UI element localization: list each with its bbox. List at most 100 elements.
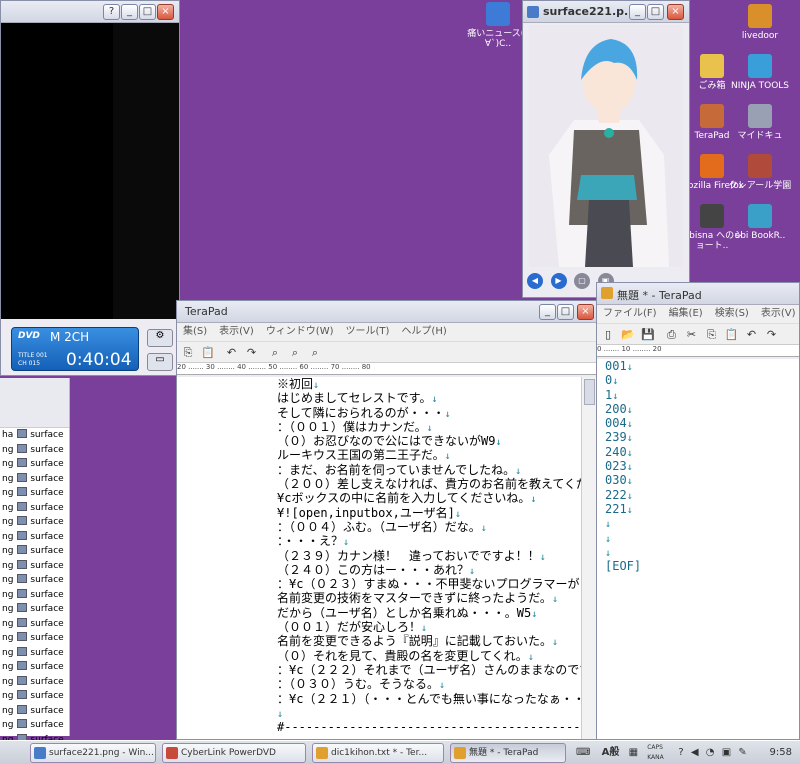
file-list-item[interactable]: ng surface — [0, 704, 69, 719]
help-icon[interactable]: ? — [678, 747, 683, 758]
previous-icon[interactable]: ◀ — [527, 273, 543, 289]
print-icon[interactable]: ⎙ — [664, 327, 680, 343]
line-text: だから（ユーザ名）としか名乗れぬ・・・。W5 — [277, 605, 532, 620]
taskbar-button[interactable]: 無題 * - TeraPad — [450, 743, 566, 763]
file-list-item[interactable]: ng surface — [0, 443, 69, 458]
maximize-button[interactable]: □ — [647, 4, 664, 20]
minimize-button[interactable]: _ — [629, 4, 646, 20]
menu-item[interactable]: ツール(T) — [346, 326, 390, 337]
terapad-sub-window[interactable]: 無題 * - TeraPad ファイル(F)編集(E)検索(S)表示(V)ウ ▯… — [596, 282, 800, 740]
find-prev-icon[interactable]: ⌕ — [307, 345, 323, 361]
file-ext-prefix: ng — [2, 488, 14, 498]
desktop-icon[interactable]: マイドキュ — [728, 104, 792, 141]
scroll-thumb[interactable] — [584, 379, 595, 405]
redo-icon[interactable]: ↷ — [764, 327, 780, 343]
volume-icon[interactable]: ▣ — [722, 747, 731, 758]
next-icon[interactable]: ▶ — [550, 273, 567, 289]
paste-icon[interactable]: 📋 — [200, 345, 216, 361]
pen-icon[interactable]: ✎ — [738, 747, 746, 758]
vertical-scrollbar[interactable] — [581, 377, 597, 739]
file-list-item[interactable]: ng surface — [0, 675, 69, 690]
file-list-item[interactable]: ng surface — [0, 617, 69, 632]
desktop-icon[interactable]: クレアール学園 — [728, 154, 792, 191]
dvd-player-window[interactable]: ? _ □ × DVD M 2CH TITLE 001 CH 015 0:40:… — [0, 0, 180, 376]
undo-icon[interactable]: ↶ — [224, 345, 240, 361]
menu-item[interactable]: ウィンドウ(W) — [266, 326, 334, 337]
text-editor[interactable]: ※初回↓ はじめましてセレストです。↓ そして隣におられるのが・・・↓ ：（００１）僕… — [177, 377, 581, 739]
tools-icon[interactable]: ⚙ — [147, 329, 173, 347]
file-list-item[interactable]: ng surface — [0, 486, 69, 501]
file-list-item[interactable]: ng surface — [0, 631, 69, 646]
file-list-item[interactable]: ng surface — [0, 718, 69, 733]
file-list-item[interactable]: ng surface — [0, 573, 69, 588]
redo-icon[interactable]: ↷ — [244, 345, 260, 361]
paste-icon[interactable]: 📋 — [724, 327, 740, 343]
maximize-button[interactable]: □ — [139, 4, 156, 20]
minimize-button[interactable]: _ — [539, 304, 556, 320]
file-list-item[interactable]: ng surface — [0, 457, 69, 472]
dvd-titlebar[interactable]: ? _ □ × — [1, 1, 179, 23]
desktop-icon[interactable]: livedoor — [728, 4, 792, 41]
nav-back-icon[interactable]: ◀ — [691, 747, 699, 758]
desktop-icon[interactable]: 痛いニュース(ﾉ∀`)C.. — [466, 2, 530, 49]
file-list-item[interactable]: ng surface — [0, 646, 69, 661]
cut-icon[interactable]: ✂ — [684, 327, 700, 343]
clock-icon[interactable]: ◔ — [706, 747, 715, 758]
save-icon[interactable]: 💾 — [640, 327, 656, 343]
image-file-icon — [17, 501, 28, 511]
keyboard-icon[interactable]: ⌨ — [576, 747, 590, 758]
menu-item[interactable]: ヘルプ(H) — [401, 326, 446, 337]
file-list-item[interactable]: ng surface — [0, 588, 69, 603]
menu-item[interactable]: 検索(S) — [715, 308, 749, 319]
ime-options-icon[interactable]: ▦ — [629, 747, 638, 758]
terapad-main-titlebar[interactable]: TeraPad _ □ × — [177, 301, 597, 323]
file-list-item[interactable]: ha surface — [0, 428, 69, 443]
menu-item[interactable]: 集(S) — [183, 326, 207, 337]
open-folder-icon[interactable]: 📂 — [620, 327, 636, 343]
new-file-icon[interactable]: ▯ — [600, 327, 616, 343]
editor-line: ：（００１）僕はカナンだ。↓ — [277, 420, 581, 434]
maximize-button[interactable]: □ — [557, 304, 574, 320]
menu-item[interactable]: ファイル(F) — [603, 308, 657, 319]
viewer-titlebar[interactable]: surface221.p... _ □ × — [523, 1, 689, 23]
playback-time: 0:40:04 — [66, 350, 132, 370]
file-list-item[interactable]: ng surface — [0, 472, 69, 487]
terapad-sub-titlebar[interactable]: 無題 * - TeraPad — [597, 283, 799, 305]
menu-item[interactable]: 表示(V) — [761, 308, 796, 319]
file-list-item[interactable]: ng surface — [0, 602, 69, 617]
file-name: surface — [30, 459, 64, 469]
undo-icon[interactable]: ↶ — [744, 327, 760, 343]
file-list-item[interactable]: ng surface — [0, 515, 69, 530]
text-editor[interactable]: 001↓ 0↓ 1↓ 200↓ 004↓ 239↓ 240↓ 023↓ 030↓ 222↓ 221↓… — [597, 359, 799, 739]
line-break-mark: ↓ — [626, 462, 633, 474]
desktop-icon[interactable]: NINJA TOOLS — [728, 54, 792, 91]
fit-icon[interactable]: ▢ — [574, 273, 590, 289]
close-button[interactable]: × — [157, 4, 174, 20]
taskbar-button[interactable]: dic1kihon.txt * - Ter... — [312, 743, 444, 763]
find-next-icon[interactable]: ⌕ — [287, 345, 303, 361]
terapad-main-window[interactable]: TeraPad _ □ × 集(S) 表示(V) ウィンドウ(W) ツール(T) ヘルプ… — [176, 300, 598, 740]
close-button[interactable]: × — [667, 4, 684, 20]
file-list-item[interactable]: ng surface — [0, 559, 69, 574]
find-icon[interactable]: ⌕ — [267, 345, 283, 361]
file-list-item[interactable]: ng surface — [0, 501, 69, 516]
taskbar-button[interactable]: CyberLink PowerDVD — [162, 743, 306, 763]
menu-item[interactable]: 表示(V) — [219, 326, 254, 337]
panel-icon[interactable]: ▭ — [147, 353, 173, 371]
file-list-item[interactable]: ng surface — [0, 544, 69, 559]
minimize-button[interactable]: _ — [121, 4, 138, 20]
taskbar-button[interactable]: surface221.png - Win... — [30, 743, 156, 763]
menu-item[interactable]: 編集(E) — [669, 308, 703, 319]
copy-icon[interactable]: ⎘ — [704, 327, 720, 343]
clock[interactable]: 9:58 — [770, 741, 792, 764]
copy-icon[interactable]: ⎘ — [180, 345, 196, 361]
line-text: 名前を変更できるよう『説明』に記載しておいた。 — [277, 634, 553, 649]
file-list-item[interactable]: ng surface — [0, 660, 69, 675]
help-button[interactable]: ? — [103, 4, 120, 20]
desktop-icon[interactable]: ebi BookR.. — [728, 204, 792, 241]
close-button[interactable]: × — [577, 304, 594, 320]
file-list-item[interactable]: ng surface — [0, 689, 69, 704]
ime-mode[interactable]: A般 — [602, 747, 620, 758]
image-viewer-window[interactable]: surface221.p... _ □ × ◀ ▶ ▢ ▣ — [522, 0, 690, 298]
file-list-item[interactable]: ng surface — [0, 530, 69, 545]
